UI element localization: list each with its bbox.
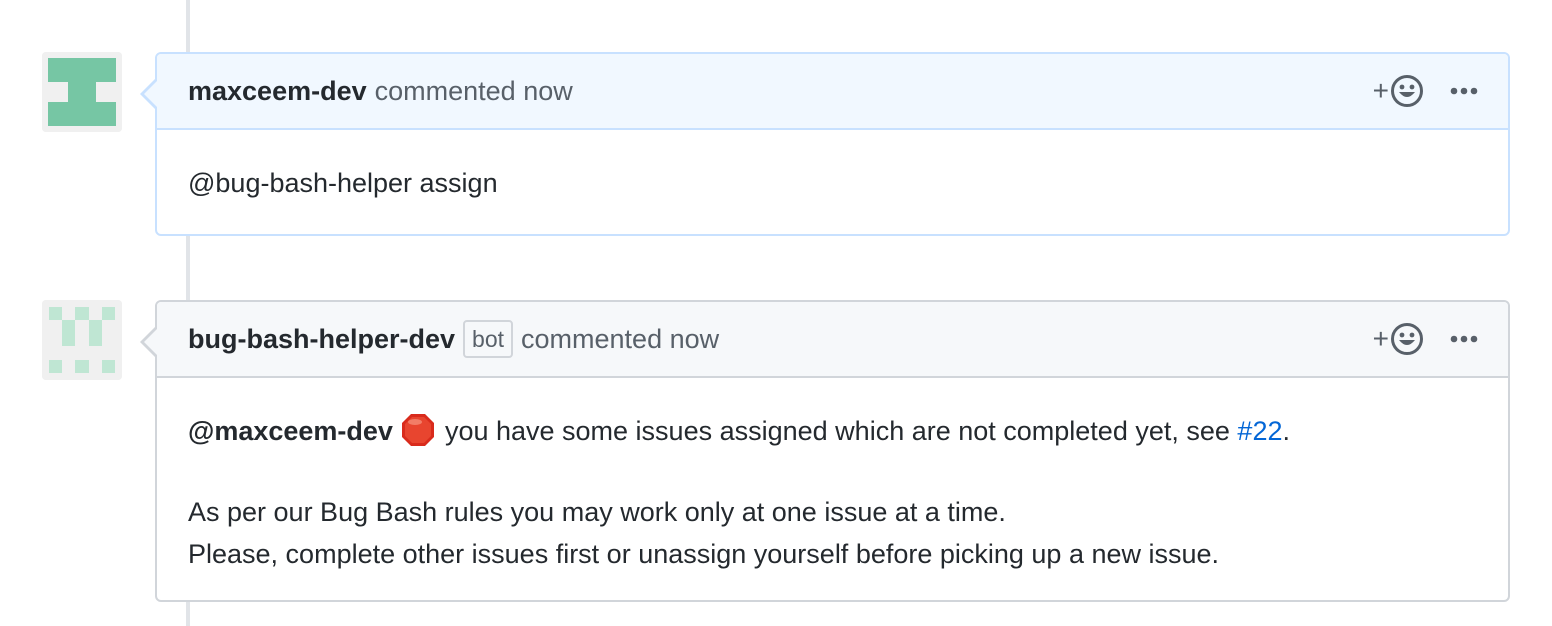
- kebab-horizontal-icon: [1450, 335, 1478, 343]
- comment-author[interactable]: bug-bash-helper-dev: [188, 324, 455, 355]
- comment-header: bug-bash-helper-dev bot commented now +: [157, 302, 1508, 378]
- comment-body: @bug-bash-helper assign: [157, 130, 1508, 204]
- sentence-end: .: [1282, 416, 1290, 446]
- issue-timeline: maxceem-dev commented now + @bug-bash-he…: [0, 0, 1552, 626]
- comment-text: Please, complete other issues first or u…: [188, 539, 1220, 569]
- identicon-green-icon: [42, 52, 122, 132]
- more-options-button[interactable]: [1450, 87, 1478, 95]
- comment-text: you have some issues assigned which are …: [444, 416, 1230, 446]
- comment-body: @maxceem-dev you have some issues assigne…: [157, 378, 1508, 575]
- comment-timestamp[interactable]: commented now: [521, 324, 719, 355]
- issue-link[interactable]: #22: [1237, 416, 1282, 446]
- comment: bug-bash-helper-dev bot commented now +: [140, 300, 1510, 602]
- stop-sign-icon: [401, 413, 435, 459]
- comment-header: maxceem-dev commented now +: [157, 54, 1508, 130]
- comment-text: As per our Bug Bash rules you may work o…: [188, 497, 1006, 527]
- comment-paragraph: @maxceem-dev you have some issues assigne…: [188, 410, 1477, 459]
- comment: maxceem-dev commented now + @bug-bash-he…: [140, 52, 1510, 236]
- smiley-icon: [1391, 323, 1423, 355]
- comment-actions: +: [1373, 74, 1478, 108]
- comment-timestamp[interactable]: commented now: [375, 76, 573, 107]
- comment-text: @bug-bash-helper assign: [188, 168, 498, 198]
- bot-badge: bot: [463, 320, 514, 358]
- avatar[interactable]: [42, 300, 122, 380]
- plus-label: +: [1372, 323, 1389, 354]
- kebab-horizontal-icon: [1450, 87, 1478, 95]
- comment-actions: +: [1373, 322, 1478, 356]
- plus-label: +: [1372, 75, 1389, 106]
- avatar[interactable]: [42, 52, 122, 132]
- add-reaction-button[interactable]: +: [1373, 74, 1424, 108]
- user-mention-link[interactable]: @maxceem-dev: [188, 416, 393, 446]
- smiley-icon: [1391, 75, 1423, 107]
- add-reaction-button[interactable]: +: [1373, 322, 1424, 356]
- more-options-button[interactable]: [1450, 335, 1478, 343]
- identicon-light-green-icon: [42, 300, 122, 380]
- comment-author[interactable]: maxceem-dev: [188, 76, 367, 107]
